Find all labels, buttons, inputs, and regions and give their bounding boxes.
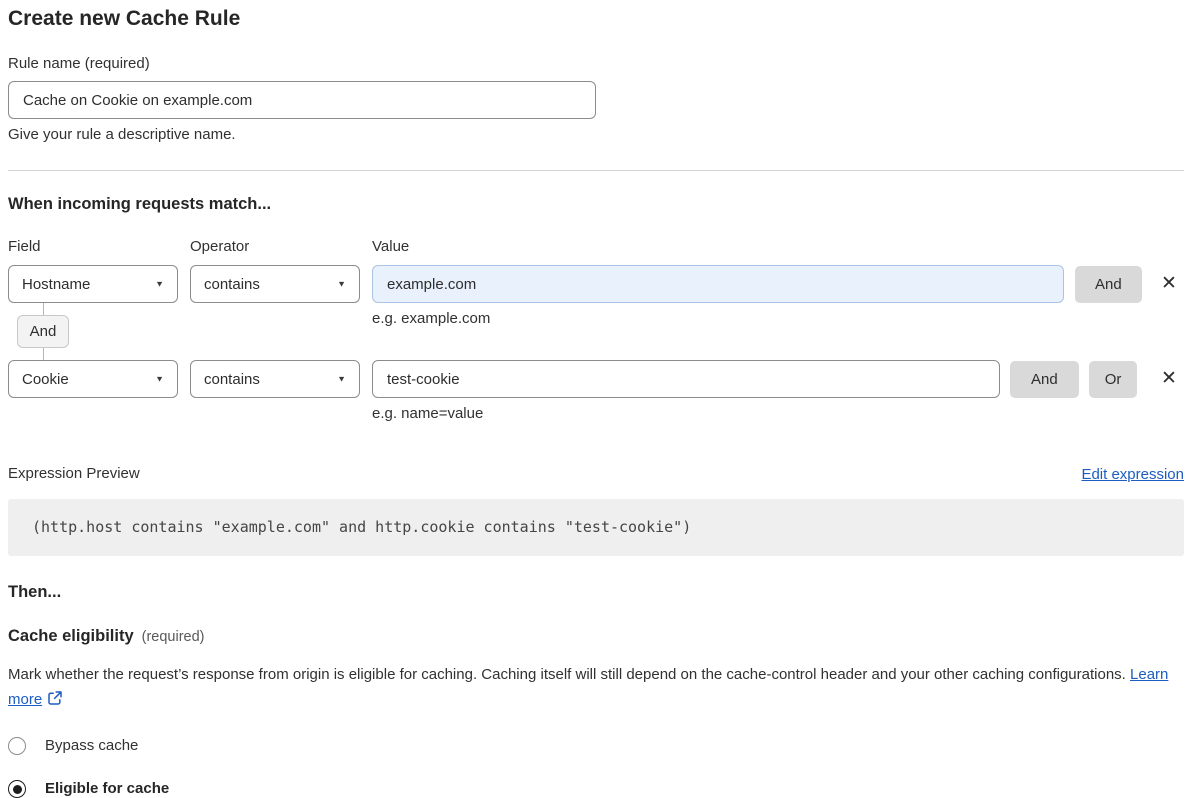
field-select-1-value: Hostname: [22, 276, 90, 293]
close-icon: ✕: [1161, 368, 1177, 389]
value-hint-1: e.g. example.com: [372, 310, 490, 328]
edit-expression-link[interactable]: Edit expression: [1081, 466, 1184, 483]
description-text: Mark whether the request’s response from…: [8, 666, 1126, 683]
rule-name-label: Rule name (required): [8, 55, 1184, 73]
condition-row-2: Cookie ▼ contains ▼ And Or ✕: [8, 360, 1184, 398]
value-hint-2: e.g. name=value: [372, 405, 1184, 423]
condition-column-labels: Field Operator Value: [8, 238, 1184, 256]
add-and-condition-button-2[interactable]: And: [1010, 361, 1079, 398]
operator-select-1[interactable]: contains ▼: [190, 265, 360, 303]
field-select-2[interactable]: Cookie ▼: [8, 360, 178, 398]
radio-dot: [13, 785, 22, 794]
remove-condition-button-2[interactable]: ✕: [1154, 364, 1184, 394]
chevron-down-icon: ▼: [337, 280, 346, 289]
rule-name-helper: Give your rule a descriptive name.: [8, 126, 1184, 144]
remove-condition-button-1[interactable]: ✕: [1154, 269, 1184, 299]
external-link-icon[interactable]: [47, 689, 63, 714]
rule-name-input[interactable]: [8, 81, 596, 119]
operator-select-2-value: contains: [204, 371, 260, 388]
chevron-down-icon: ▼: [155, 375, 164, 384]
and-connector-button[interactable]: And: [17, 315, 69, 348]
operator-select-1-value: contains: [204, 276, 260, 293]
radio-unselected-icon[interactable]: [8, 737, 26, 755]
condition-connector-block: And e.g. example.com: [8, 303, 1184, 360]
column-label-value: Value: [372, 238, 409, 256]
value-input-2[interactable]: [372, 360, 1000, 398]
column-label-field: Field: [8, 238, 190, 256]
chevron-down-icon: ▼: [155, 280, 164, 289]
chevron-down-icon: ▼: [337, 375, 346, 384]
column-label-operator: Operator: [190, 238, 372, 256]
radio-option-bypass-cache[interactable]: Bypass cache: [8, 737, 1184, 755]
page-title: Create new Cache Rule: [8, 6, 1184, 31]
expression-code-block: (http.host contains "example.com" and ht…: [8, 499, 1184, 556]
add-and-condition-button-1[interactable]: And: [1075, 266, 1142, 303]
value-input-1[interactable]: [372, 265, 1064, 303]
then-heading: Then...: [8, 583, 1184, 602]
expression-code: (http.host contains "example.com" and ht…: [32, 518, 691, 536]
cache-eligibility-description: Mark whether the request’s response from…: [8, 662, 1184, 714]
condition-row-1: Hostname ▼ contains ▼ And ✕: [8, 265, 1184, 303]
field-select-2-value: Cookie: [22, 371, 69, 388]
cache-eligibility-required: (required): [142, 629, 205, 645]
radio-option-eligible-label: Eligible for cache: [45, 780, 169, 798]
radio-option-bypass-label: Bypass cache: [45, 737, 138, 755]
section-divider: [8, 170, 1184, 171]
match-heading: When incoming requests match...: [8, 195, 1184, 214]
add-or-condition-button-2[interactable]: Or: [1089, 361, 1138, 398]
cache-eligibility-title: Cache eligibility: [8, 627, 134, 646]
operator-select-2[interactable]: contains ▼: [190, 360, 360, 398]
field-select-1[interactable]: Hostname ▼: [8, 265, 178, 303]
radio-option-eligible-for-cache[interactable]: Eligible for cache: [8, 780, 1184, 798]
expression-preview-label: Expression Preview: [8, 465, 140, 483]
radio-selected-icon[interactable]: [8, 780, 26, 798]
close-icon: ✕: [1161, 273, 1177, 294]
